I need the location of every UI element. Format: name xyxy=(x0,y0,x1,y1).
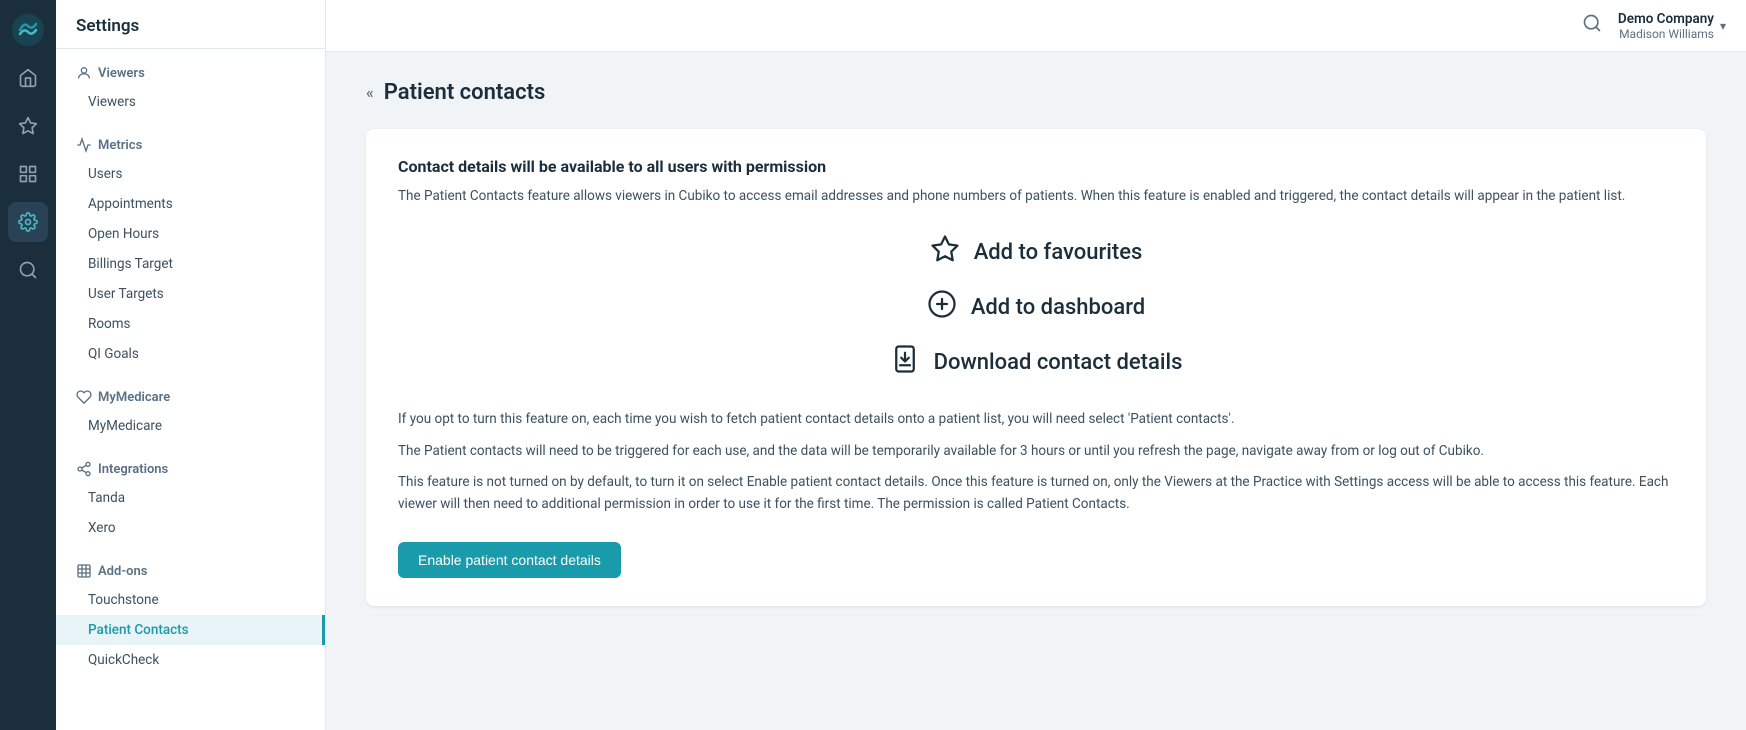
sidebar-section-viewers-title: Viewers xyxy=(56,59,325,87)
info-text-2: The Patient contacts will need to be tri… xyxy=(398,441,1674,463)
feature-list: Add to favourites Add to dashboard xyxy=(398,234,1674,381)
user-menu-chevron: ▾ xyxy=(1720,19,1726,33)
sidebar-item-users[interactable]: Users xyxy=(56,159,325,189)
topbar: Demo Company Madison Williams ▾ xyxy=(326,0,1746,52)
sidebar-title: Settings xyxy=(56,0,325,49)
nav-search-icon[interactable] xyxy=(8,250,48,290)
enable-patient-contact-details-button[interactable]: Enable patient contact details xyxy=(398,542,621,578)
company-name: Demo Company xyxy=(1618,11,1714,27)
sidebar-item-billings-target[interactable]: Billings Target xyxy=(56,249,325,279)
icon-nav xyxy=(0,0,56,730)
download-contacts-icon xyxy=(890,344,920,381)
sidebar-item-quickcheck[interactable]: QuickCheck xyxy=(56,645,325,675)
nav-home-icon[interactable] xyxy=(8,58,48,98)
star-icon xyxy=(930,234,960,271)
sidebar-section-addons-title: Add-ons xyxy=(56,557,325,585)
sidebar-item-touchstone[interactable]: Touchstone xyxy=(56,585,325,615)
info-text-1: If you opt to turn this feature on, each… xyxy=(398,409,1674,431)
sidebar-item-tanda[interactable]: Tanda xyxy=(56,483,325,513)
sidebar-item-rooms[interactable]: Rooms xyxy=(56,309,325,339)
sidebar-section-addons: Add-ons Touchstone Patient Contacts Quic… xyxy=(56,547,325,679)
add-dashboard-icon xyxy=(927,289,957,326)
collapse-sidebar-button[interactable]: « xyxy=(366,83,374,102)
main-area: Demo Company Madison Williams ▾ « Patien… xyxy=(326,0,1746,730)
nav-settings-icon[interactable] xyxy=(8,202,48,242)
sidebar-section-integrations-title: Integrations xyxy=(56,455,325,483)
feature-download: Download contact details xyxy=(890,344,1183,381)
page-header: « Patient contacts xyxy=(366,80,1706,105)
app-logo[interactable] xyxy=(8,10,48,50)
user-name: Madison Williams xyxy=(1618,27,1714,41)
feature-favourites-label: Add to favourites xyxy=(974,240,1143,265)
page-title: Patient contacts xyxy=(384,80,546,105)
feature-dashboard-label: Add to dashboard xyxy=(971,295,1145,320)
user-menu[interactable]: Demo Company Madison Williams ▾ xyxy=(1618,11,1726,41)
nav-dashboard-icon[interactable] xyxy=(8,154,48,194)
sidebar-item-user-targets[interactable]: User Targets xyxy=(56,279,325,309)
sidebar-section-metrics-title: Metrics xyxy=(56,131,325,159)
sidebar-item-open-hours[interactable]: Open Hours xyxy=(56,219,325,249)
card-description: The Patient Contacts feature allows view… xyxy=(398,186,1674,206)
card-heading: Contact details will be available to all… xyxy=(398,157,1674,176)
sidebar-item-qi-goals[interactable]: QI Goals xyxy=(56,339,325,369)
sidebar-section-mymedicare: MyMedicare MyMedicare xyxy=(56,373,325,445)
feature-favourites: Add to favourites xyxy=(930,234,1143,271)
feature-dashboard: Add to dashboard xyxy=(927,289,1145,326)
sidebar-item-patient-contacts[interactable]: Patient Contacts xyxy=(56,615,325,645)
sidebar-section-integrations: Integrations Tanda Xero xyxy=(56,445,325,547)
search-icon[interactable] xyxy=(1582,13,1602,38)
sidebar-item-mymedicare[interactable]: MyMedicare xyxy=(56,411,325,441)
sidebar-section-viewers: Viewers Viewers xyxy=(56,49,325,121)
patient-contacts-card: Contact details will be available to all… xyxy=(366,129,1706,606)
feature-download-label: Download contact details xyxy=(934,350,1183,375)
info-text-3: This feature is not turned on by default… xyxy=(398,472,1674,515)
sidebar: Settings Viewers Viewers Metrics Users A… xyxy=(56,0,326,730)
nav-favourites-icon[interactable] xyxy=(8,106,48,146)
sidebar-section-mymedicare-title: MyMedicare xyxy=(56,383,325,411)
sidebar-item-xero[interactable]: Xero xyxy=(56,513,325,543)
sidebar-item-appointments[interactable]: Appointments xyxy=(56,189,325,219)
sidebar-section-metrics: Metrics Users Appointments Open Hours Bi… xyxy=(56,121,325,373)
sidebar-item-viewers[interactable]: Viewers xyxy=(56,87,325,117)
main-content: « Patient contacts Contact details will … xyxy=(326,52,1746,730)
